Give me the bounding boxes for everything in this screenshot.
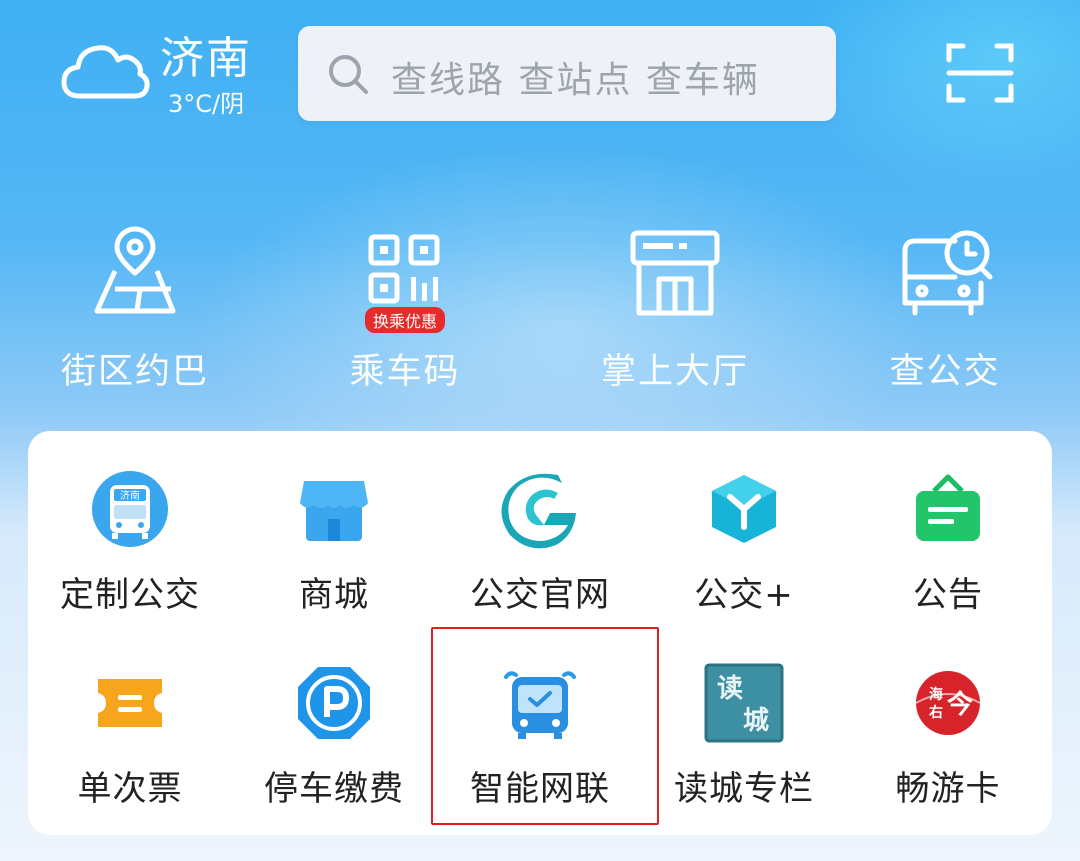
ticket-icon xyxy=(98,679,162,727)
search-bar[interactable]: 查线路 查站点 查车辆 xyxy=(298,26,836,121)
grid-label: 畅游卡 xyxy=(895,769,1001,809)
grid-item-read-city[interactable]: 读 城 读城专栏 xyxy=(642,625,846,809)
grid-label: 单次票 xyxy=(77,769,183,809)
grid-item-official-site[interactable]: 公交官网 xyxy=(438,431,642,615)
grid-label: 读城专栏 xyxy=(674,769,814,809)
svg-text:今: 今 xyxy=(947,689,973,720)
nav-label: 乘车码 xyxy=(349,352,461,392)
cloud-icon xyxy=(61,45,150,99)
custom-bus-icon: 济南 xyxy=(92,471,168,547)
nav-label: 掌上大厅 xyxy=(600,352,749,392)
bus-clock-icon xyxy=(902,230,993,316)
notice-board-icon xyxy=(916,474,980,541)
promo-badge: 换乘优惠 xyxy=(364,307,446,333)
read-city-icon: 读 城 xyxy=(704,663,784,743)
scan-icon[interactable] xyxy=(945,40,1015,106)
grid-item-single-ticket[interactable]: 单次票 xyxy=(28,625,232,809)
grid-label: 停车缴费 xyxy=(264,769,404,809)
search-placeholder: 查线路 查站点 查车辆 xyxy=(391,60,760,101)
grid-label: 公交+ xyxy=(694,575,794,615)
highlight-box xyxy=(431,627,659,825)
grid-item-travel-card[interactable]: 海 右 今 畅游卡 xyxy=(846,625,1050,809)
travel-card-icon: 海 右 今 xyxy=(915,671,981,735)
grid-item-custom-bus[interactable]: 济南 定制公交 xyxy=(28,431,232,615)
top-nav: 街区约巴 换乘优惠 乘车码 掌上大厅 查公交 xyxy=(0,215,1080,395)
grid-item-notice[interactable]: 公告 xyxy=(846,431,1050,615)
svg-text:海: 海 xyxy=(929,686,943,703)
cube-icon xyxy=(712,475,776,543)
nav-label: 查公交 xyxy=(889,352,1001,392)
svg-text:右: 右 xyxy=(928,704,943,721)
weather-widget[interactable]: 济南 3°C/阴 xyxy=(60,18,270,118)
svg-text:城: 城 xyxy=(743,706,769,736)
grid-label: 定制公交 xyxy=(60,575,200,615)
map-pin-icon xyxy=(94,226,176,314)
nav-item-online-hall[interactable]: 掌上大厅 xyxy=(575,215,775,392)
svg-text:济南: 济南 xyxy=(120,489,140,502)
nav-item-search-bus[interactable]: 查公交 xyxy=(845,215,1045,392)
search-icon xyxy=(329,55,368,94)
grid-label: 公告 xyxy=(913,575,983,615)
nav-item-jiequyueba[interactable]: 街区约巴 xyxy=(35,215,235,392)
grid-item-shop[interactable]: 商城 xyxy=(232,431,436,615)
nav-label: 街区约巴 xyxy=(60,352,209,392)
grid-item-parking[interactable]: 停车缴费 xyxy=(232,625,436,809)
weather-text: 3°C/阴 xyxy=(168,90,245,118)
city-name[interactable]: 济南 xyxy=(160,22,252,86)
svg-text:读: 读 xyxy=(717,674,743,704)
nav-item-qr-code[interactable]: 换乘优惠 乘车码 xyxy=(305,215,505,392)
grid-label: 商城 xyxy=(299,575,369,615)
official-site-logo-icon xyxy=(501,473,576,549)
storefront-icon xyxy=(630,230,720,316)
shop-icon xyxy=(300,481,368,541)
grid-label: 公交官网 xyxy=(470,575,610,615)
parking-icon xyxy=(298,667,370,739)
grid-item-bus-plus[interactable]: 公交+ xyxy=(642,431,846,615)
